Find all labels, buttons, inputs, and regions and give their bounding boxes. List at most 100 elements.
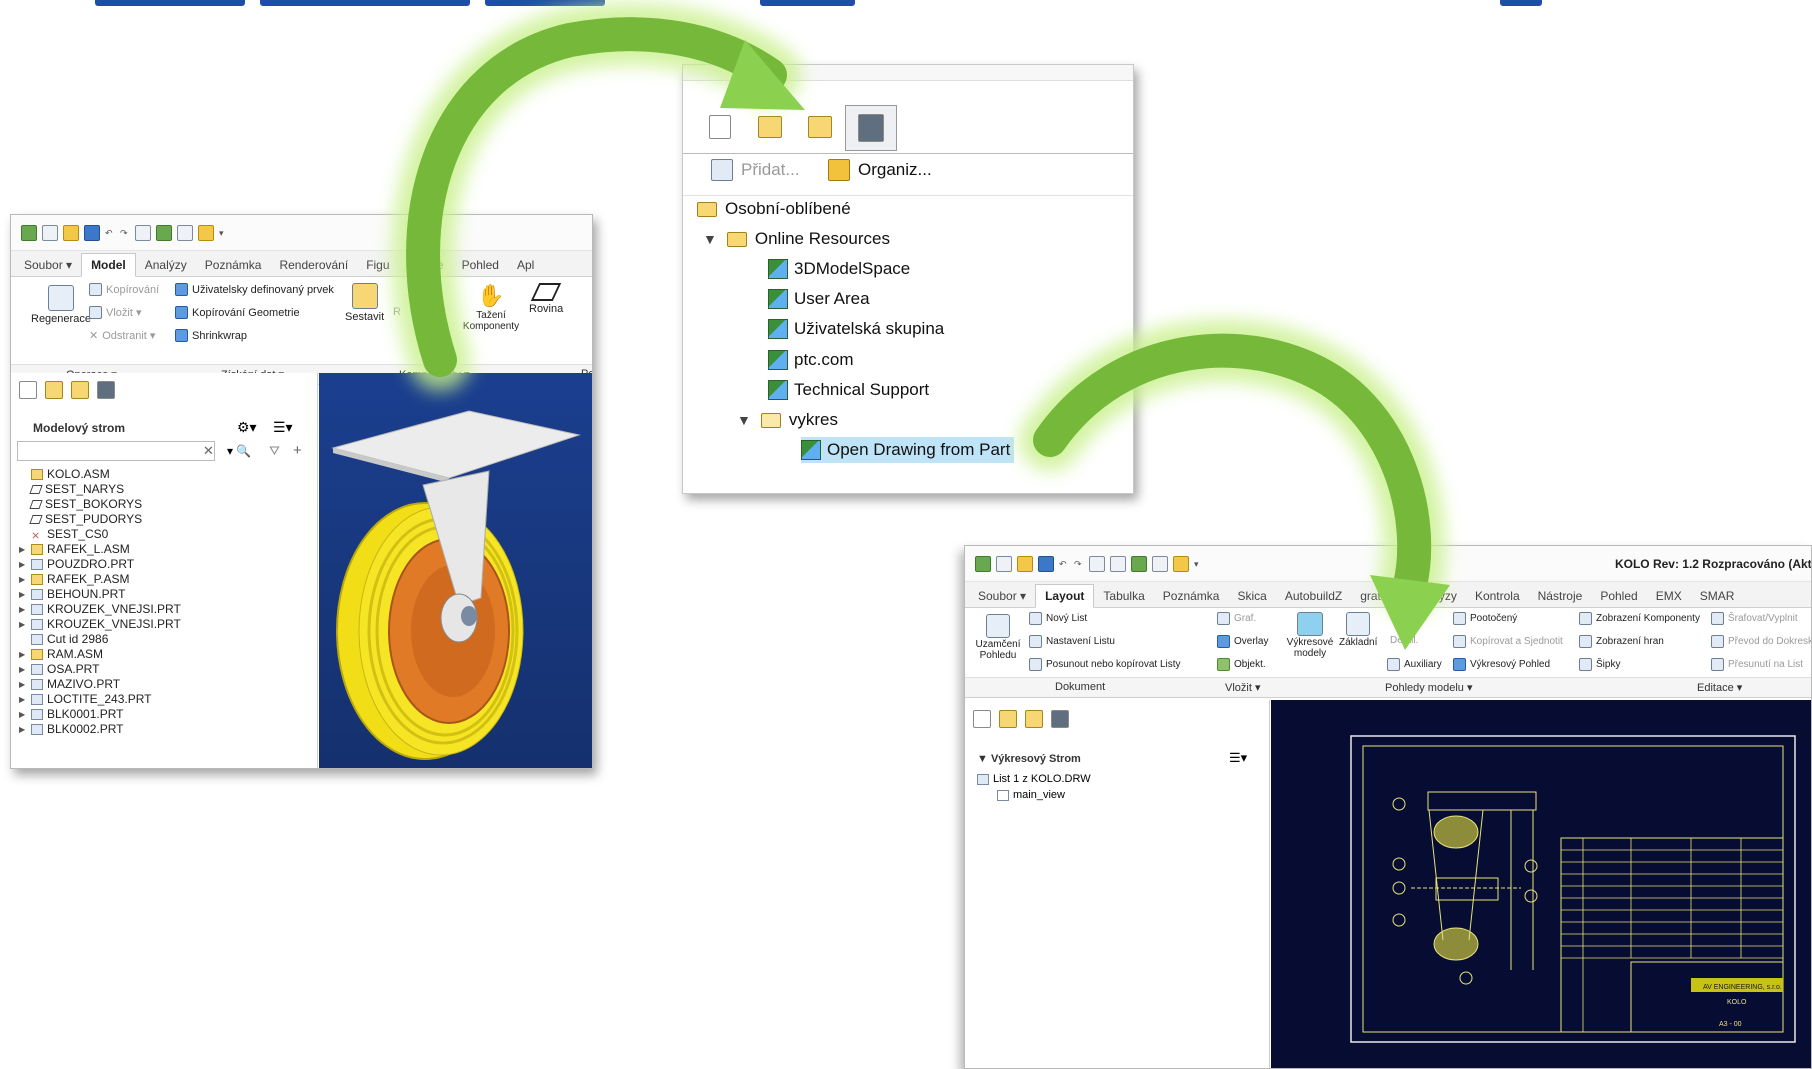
ribbon-tab[interactable]: Nástroje (1529, 585, 1592, 607)
tree-item[interactable]: ▶ BLK0002.PRT (19, 722, 124, 737)
plane-button[interactable]: Rovina (529, 283, 563, 315)
ribbon-tab[interactable]: EMX (1647, 585, 1691, 607)
ribbon-tab[interactable]: Analýzy (136, 254, 196, 276)
revolved-button[interactable]: Pootočený (1453, 612, 1517, 625)
favorites-tab-icon[interactable] (1025, 710, 1043, 728)
arrows-button[interactable]: Šipky (1579, 658, 1620, 671)
select-box-icon[interactable] (1089, 555, 1105, 572)
ribbon-tab[interactable]: Poznámka (1154, 585, 1229, 607)
layers-tab-icon[interactable] (1051, 710, 1069, 728)
folder-icon[interactable] (1173, 555, 1189, 572)
drawing-models-button[interactable]: Výkresové modely (1283, 612, 1337, 659)
edge-display-button[interactable]: Zobrazení hran (1579, 635, 1664, 648)
redo-icon[interactable]: ↷ (120, 225, 130, 241)
undo-icon[interactable]: ↶ (1059, 556, 1069, 572)
new-sheet-button[interactable]: Nový List (1029, 612, 1087, 625)
copy-button[interactable]: Kopírování (89, 283, 159, 296)
sb-icon[interactable] (156, 224, 172, 241)
clear-search-icon[interactable]: ✕ (203, 443, 214, 459)
ribbon-tab[interactable]: Layout (1035, 584, 1095, 608)
tree-columns-icon[interactable]: ☰▾ (273, 419, 293, 436)
tree-item[interactable]: ▶ BEHOUN.PRT (19, 587, 125, 602)
tree-item[interactable]: SEST_PUDORYS (19, 512, 142, 527)
component-display-button[interactable]: Zobrazení Komponenty (1579, 612, 1700, 625)
layers-tab-icon[interactable] (97, 381, 115, 399)
ribbon-tab[interactable]: Poznámka (196, 254, 271, 276)
general-view-button[interactable]: Základní (1339, 612, 1377, 648)
favorites-tab[interactable] (795, 105, 845, 149)
expand-icon[interactable]: ▶ (19, 707, 31, 722)
graph-button[interactable]: Graf. (1217, 612, 1256, 625)
link-ptc-com[interactable]: ptc.com (768, 347, 854, 373)
ribbon-tab[interactable]: SMAR (1691, 585, 1744, 607)
expand-icon[interactable]: ▶ (19, 542, 31, 557)
add-favorite-button[interactable]: Přidat... (711, 159, 800, 181)
model-tree-tab-icon[interactable] (19, 381, 37, 399)
folder-vykres[interactable]: ▼ vykres (737, 407, 838, 433)
expand-icon[interactable]: ▶ (19, 572, 31, 587)
tree-item[interactable]: ▶ OSA.PRT (19, 662, 99, 677)
expand-icon[interactable]: ▶ (19, 722, 31, 737)
move-to-sheet-button[interactable]: Přesunutí na List (1711, 658, 1803, 671)
ribbon-tab[interactable]: Figu (357, 254, 398, 276)
regenerate-icon[interactable] (1110, 555, 1126, 572)
tree-item[interactable]: SEST_NARYS (19, 482, 124, 497)
link-user-area[interactable]: User Area (768, 286, 870, 312)
drawing-tree-header[interactable]: ▼ Výkresový Strom (977, 753, 1081, 765)
customize-icon[interactable]: ▾ (1194, 556, 1204, 572)
r-button[interactable]: R (393, 306, 401, 318)
expand-icon[interactable]: ▶ (19, 647, 31, 662)
favorites-tab-icon[interactable] (71, 381, 89, 399)
ribbon-tab[interactable]: Pohled (453, 254, 508, 276)
save-icon[interactable] (84, 224, 100, 241)
tree-item[interactable]: SEST_BOKORYS (19, 497, 142, 512)
add-icon[interactable]: + (293, 442, 302, 459)
ribbon-tab[interactable]: Model (81, 253, 136, 277)
copy-align-button[interactable]: Kopírovat a Sjednotit (1453, 635, 1563, 648)
folder-browser-tab-icon[interactable] (45, 381, 63, 399)
sb-icon[interactable] (1131, 555, 1147, 572)
copy-geometry-button[interactable]: Kopírování Geometrie (175, 306, 300, 319)
link-open-drawing-from-part[interactable]: Open Drawing from Part (801, 437, 1015, 463)
new-icon[interactable] (996, 555, 1012, 572)
filter-icon[interactable]: ⛛ (269, 443, 280, 459)
find-icon[interactable]: ▾ 🔍 (227, 444, 251, 458)
new-icon[interactable] (42, 224, 58, 241)
ribbon-tab[interactable]: Pohled (1591, 585, 1646, 607)
folder-icon[interactable] (198, 224, 214, 241)
sheet-setup-button[interactable]: Nastavení Listu (1029, 635, 1115, 648)
detail-button[interactable]: Detail. (1390, 635, 1418, 646)
expand-icon[interactable]: ▶ (19, 557, 31, 572)
organize-button[interactable]: Organiz... (828, 159, 932, 181)
customize-icon[interactable]: ▾ (219, 225, 229, 241)
tree-columns-icon[interactable]: ☰▾ (1229, 750, 1247, 766)
model-tree-tab-icon[interactable] (973, 710, 991, 728)
ribbon-tab[interactable]: Soubor ▾ (969, 585, 1035, 607)
tree-settings-icon[interactable]: ⚙▾ (237, 419, 257, 436)
model-tree-tab[interactable] (695, 105, 745, 149)
tree-item[interactable]: ▶ KROUZEK_VNEJSI.PRT (19, 617, 181, 632)
assemble-button[interactable]: Sestavit (345, 283, 384, 323)
expand-icon[interactable]: ▶ (19, 587, 31, 602)
windows-icon[interactable] (1152, 555, 1168, 572)
ribbon-tab[interactable]: Tabulka (1094, 585, 1153, 607)
group-document[interactable]: Dokument (1055, 681, 1105, 693)
tree-item[interactable]: KOLO.ASM (19, 467, 110, 482)
expand-icon[interactable]: ▶ (19, 617, 31, 632)
ribbon-tab[interactable]: AutobuildZ (1276, 585, 1351, 607)
view-item[interactable]: main_view (997, 788, 1065, 803)
overlay-button[interactable]: Overlay (1217, 635, 1268, 648)
tree-item[interactable]: ▶ KROUZEK_VNEJSI.PRT (19, 602, 181, 617)
windows-icon[interactable] (177, 224, 193, 241)
drag-components-button[interactable]: ✋ Tažení Komponenty (461, 283, 521, 332)
shrinkwrap-button[interactable]: Shrinkwrap (175, 329, 247, 342)
ribbon-tab[interactable]: gration (1351, 585, 1406, 607)
group-model-views[interactable]: Pohledy modelu ▾ (1385, 681, 1472, 694)
ribbon-tab[interactable]: Analýzy (1406, 585, 1466, 607)
regenerate-button[interactable]: Regenerace (31, 285, 91, 325)
open-icon[interactable] (63, 224, 79, 241)
auxiliary-button[interactable]: Auxiliary (1387, 658, 1442, 671)
ribbon-tab[interactable]: Soubor ▾ (15, 254, 81, 276)
hatch-fill-button[interactable]: Šrafovat/Vyplnit (1711, 612, 1798, 625)
tree-item[interactable]: Cut id 2986 (19, 632, 108, 647)
